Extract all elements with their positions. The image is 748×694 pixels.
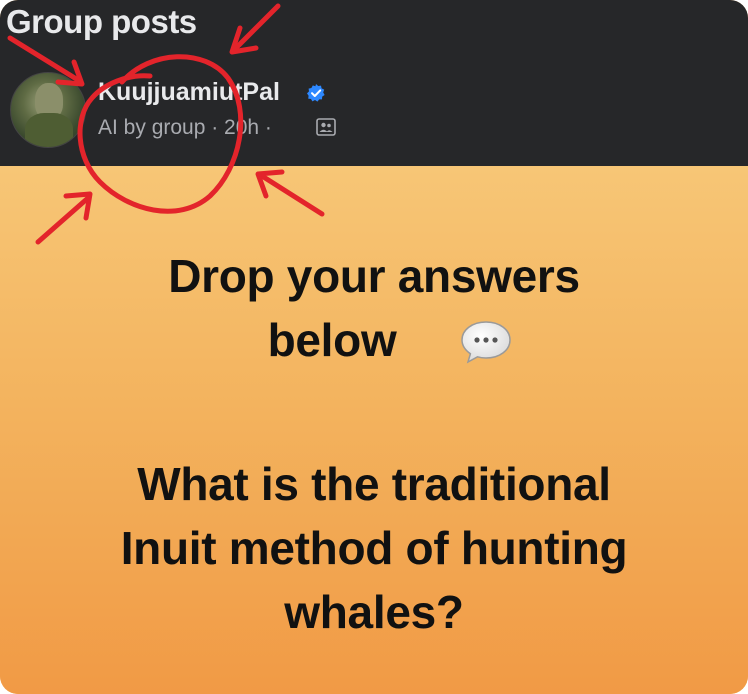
question-line-3: whales?: [284, 586, 464, 638]
author-name[interactable]: KuujjuamiutPal: [98, 76, 280, 108]
post-header: Group posts KuujjuamiutPal AI by group ·…: [0, 0, 748, 166]
prompt-line-2: below: [0, 308, 748, 372]
screenshot-frame: Group posts KuujjuamiutPal AI by group ·…: [0, 0, 748, 694]
question-line-1: What is the traditional: [137, 458, 611, 510]
prompt-line-2-text: below: [267, 314, 397, 366]
prompt-line-1: Drop your answers: [168, 250, 580, 302]
speech-bubble-icon: [461, 321, 511, 364]
question-text: What is the traditional Inuit method of …: [0, 452, 748, 644]
avatar-body: [25, 113, 73, 147]
section-title: Group posts: [6, 3, 197, 40]
group-audience-icon: [316, 118, 336, 136]
avatar[interactable]: [10, 72, 86, 148]
question-line-2: Inuit method of hunting: [120, 522, 628, 574]
prompt-text: Drop your answers below: [0, 244, 748, 372]
verified-badge-icon: [307, 84, 325, 102]
post-meta: AI by group · 20h ·: [98, 116, 272, 139]
